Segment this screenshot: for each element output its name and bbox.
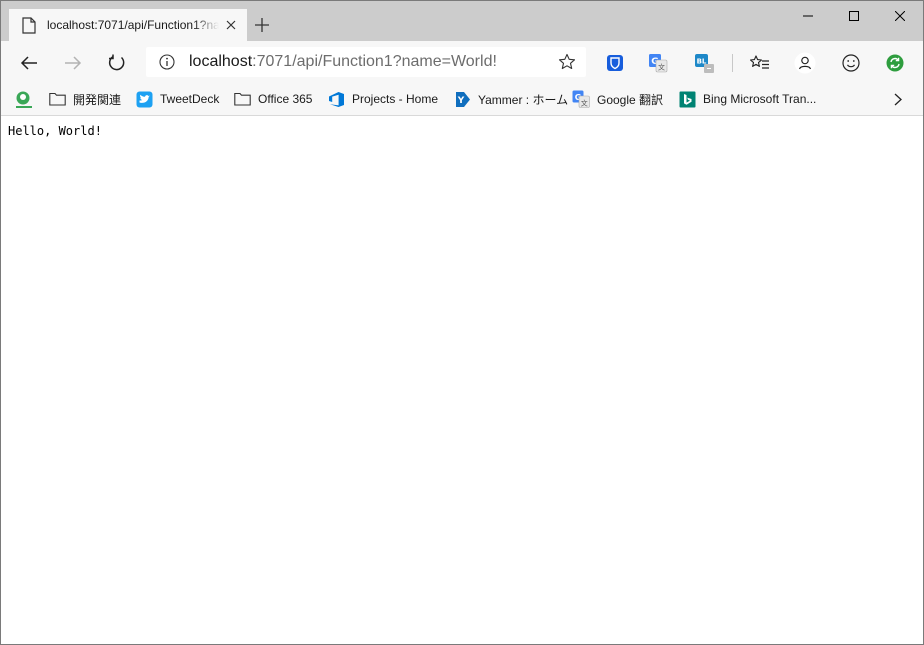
forward-arrow-icon[interactable] xyxy=(57,47,89,79)
address-bar[interactable]: localhost:7071/api/Function1?name=World! xyxy=(146,47,586,77)
favorites-list-icon[interactable] xyxy=(749,52,771,74)
url-text[interactable]: localhost:7071/api/Function1?name=World! xyxy=(189,53,556,71)
favorite-item-tweetdeck[interactable]: TweetDeck xyxy=(135,89,219,109)
minimize-icon[interactable] xyxy=(785,1,831,31)
favorites-bar: 開発関連 TweetDeck Office 365 Projects - Hom… xyxy=(1,83,923,116)
favorite-app-icon[interactable] xyxy=(15,89,40,109)
refresh-icon[interactable] xyxy=(101,47,133,79)
favorite-item-office365[interactable]: Office 365 xyxy=(233,89,312,109)
yammer-icon: Y xyxy=(453,90,471,108)
tab-close-icon[interactable] xyxy=(223,17,239,33)
favorite-item-dev[interactable]: 開発関連 xyxy=(48,89,121,109)
sync-extension-icon[interactable] xyxy=(884,52,906,74)
bitwarden-icon[interactable] xyxy=(604,52,626,74)
favorite-label: Yammer : ホーム xyxy=(478,92,569,107)
page-content: Hello, World! xyxy=(1,116,923,644)
tab-strip: localhost:7071/api/Function1?name=World! xyxy=(1,1,923,41)
profile-icon[interactable] xyxy=(794,52,816,74)
favorite-label: 開発関連 xyxy=(73,92,122,107)
maximize-icon[interactable] xyxy=(831,1,877,31)
browser-window: localhost:7071/api/Function1?name=World! xyxy=(0,0,924,645)
folder-icon xyxy=(233,90,251,108)
translator-extension-icon[interactable]: BL xyxy=(693,52,715,74)
favorite-item-projects[interactable]: Projects - Home xyxy=(327,89,438,109)
folder-icon xyxy=(48,90,66,108)
url-host: localhost xyxy=(189,53,253,70)
favorite-label: TweetDeck xyxy=(160,92,220,106)
back-arrow-icon[interactable] xyxy=(13,47,45,79)
google-translate-icon: G文 xyxy=(572,90,590,108)
response-text: Hello, World! xyxy=(8,124,102,138)
page-icon xyxy=(19,15,39,35)
bing-icon xyxy=(678,90,696,108)
favorite-label: Office 365 xyxy=(258,92,313,106)
feedback-smiley-icon[interactable] xyxy=(840,52,862,74)
azure-devops-icon xyxy=(327,90,345,108)
tab-active[interactable]: localhost:7071/api/Function1?name=World! xyxy=(9,9,247,41)
green-extension-icon xyxy=(15,90,33,108)
new-tab-icon[interactable] xyxy=(251,14,273,36)
favorite-label: Google 翻訳 xyxy=(597,92,664,107)
favorite-star-icon[interactable] xyxy=(556,51,578,73)
svg-text:文: 文 xyxy=(581,98,588,107)
favorite-item-yammer[interactable]: Y Yammer : ホーム xyxy=(453,89,568,109)
navigation-bar: localhost:7071/api/Function1?name=World!… xyxy=(1,41,923,83)
info-icon[interactable] xyxy=(158,53,176,71)
tweetdeck-icon xyxy=(135,90,153,108)
toolbar-separator xyxy=(732,54,733,72)
favorite-item-google-translate[interactable]: G文 Google 翻訳 xyxy=(572,89,663,109)
url-path: :7071/api/Function1?name=World! xyxy=(252,53,497,70)
favorite-label: Bing Microsoft Tran... xyxy=(703,92,817,106)
google-translate-icon[interactable]: G文 xyxy=(647,52,669,74)
tab-title: localhost:7071/api/Function1?name=World! xyxy=(47,18,219,32)
close-window-icon[interactable] xyxy=(877,1,923,31)
favorite-label: Projects - Home xyxy=(352,92,439,106)
favorite-item-bing-translator[interactable]: Bing Microsoft Tran... xyxy=(678,89,816,109)
svg-text:文: 文 xyxy=(658,63,665,72)
svg-text:Y: Y xyxy=(457,96,465,106)
favorites-overflow-chevron-icon[interactable] xyxy=(888,89,908,109)
